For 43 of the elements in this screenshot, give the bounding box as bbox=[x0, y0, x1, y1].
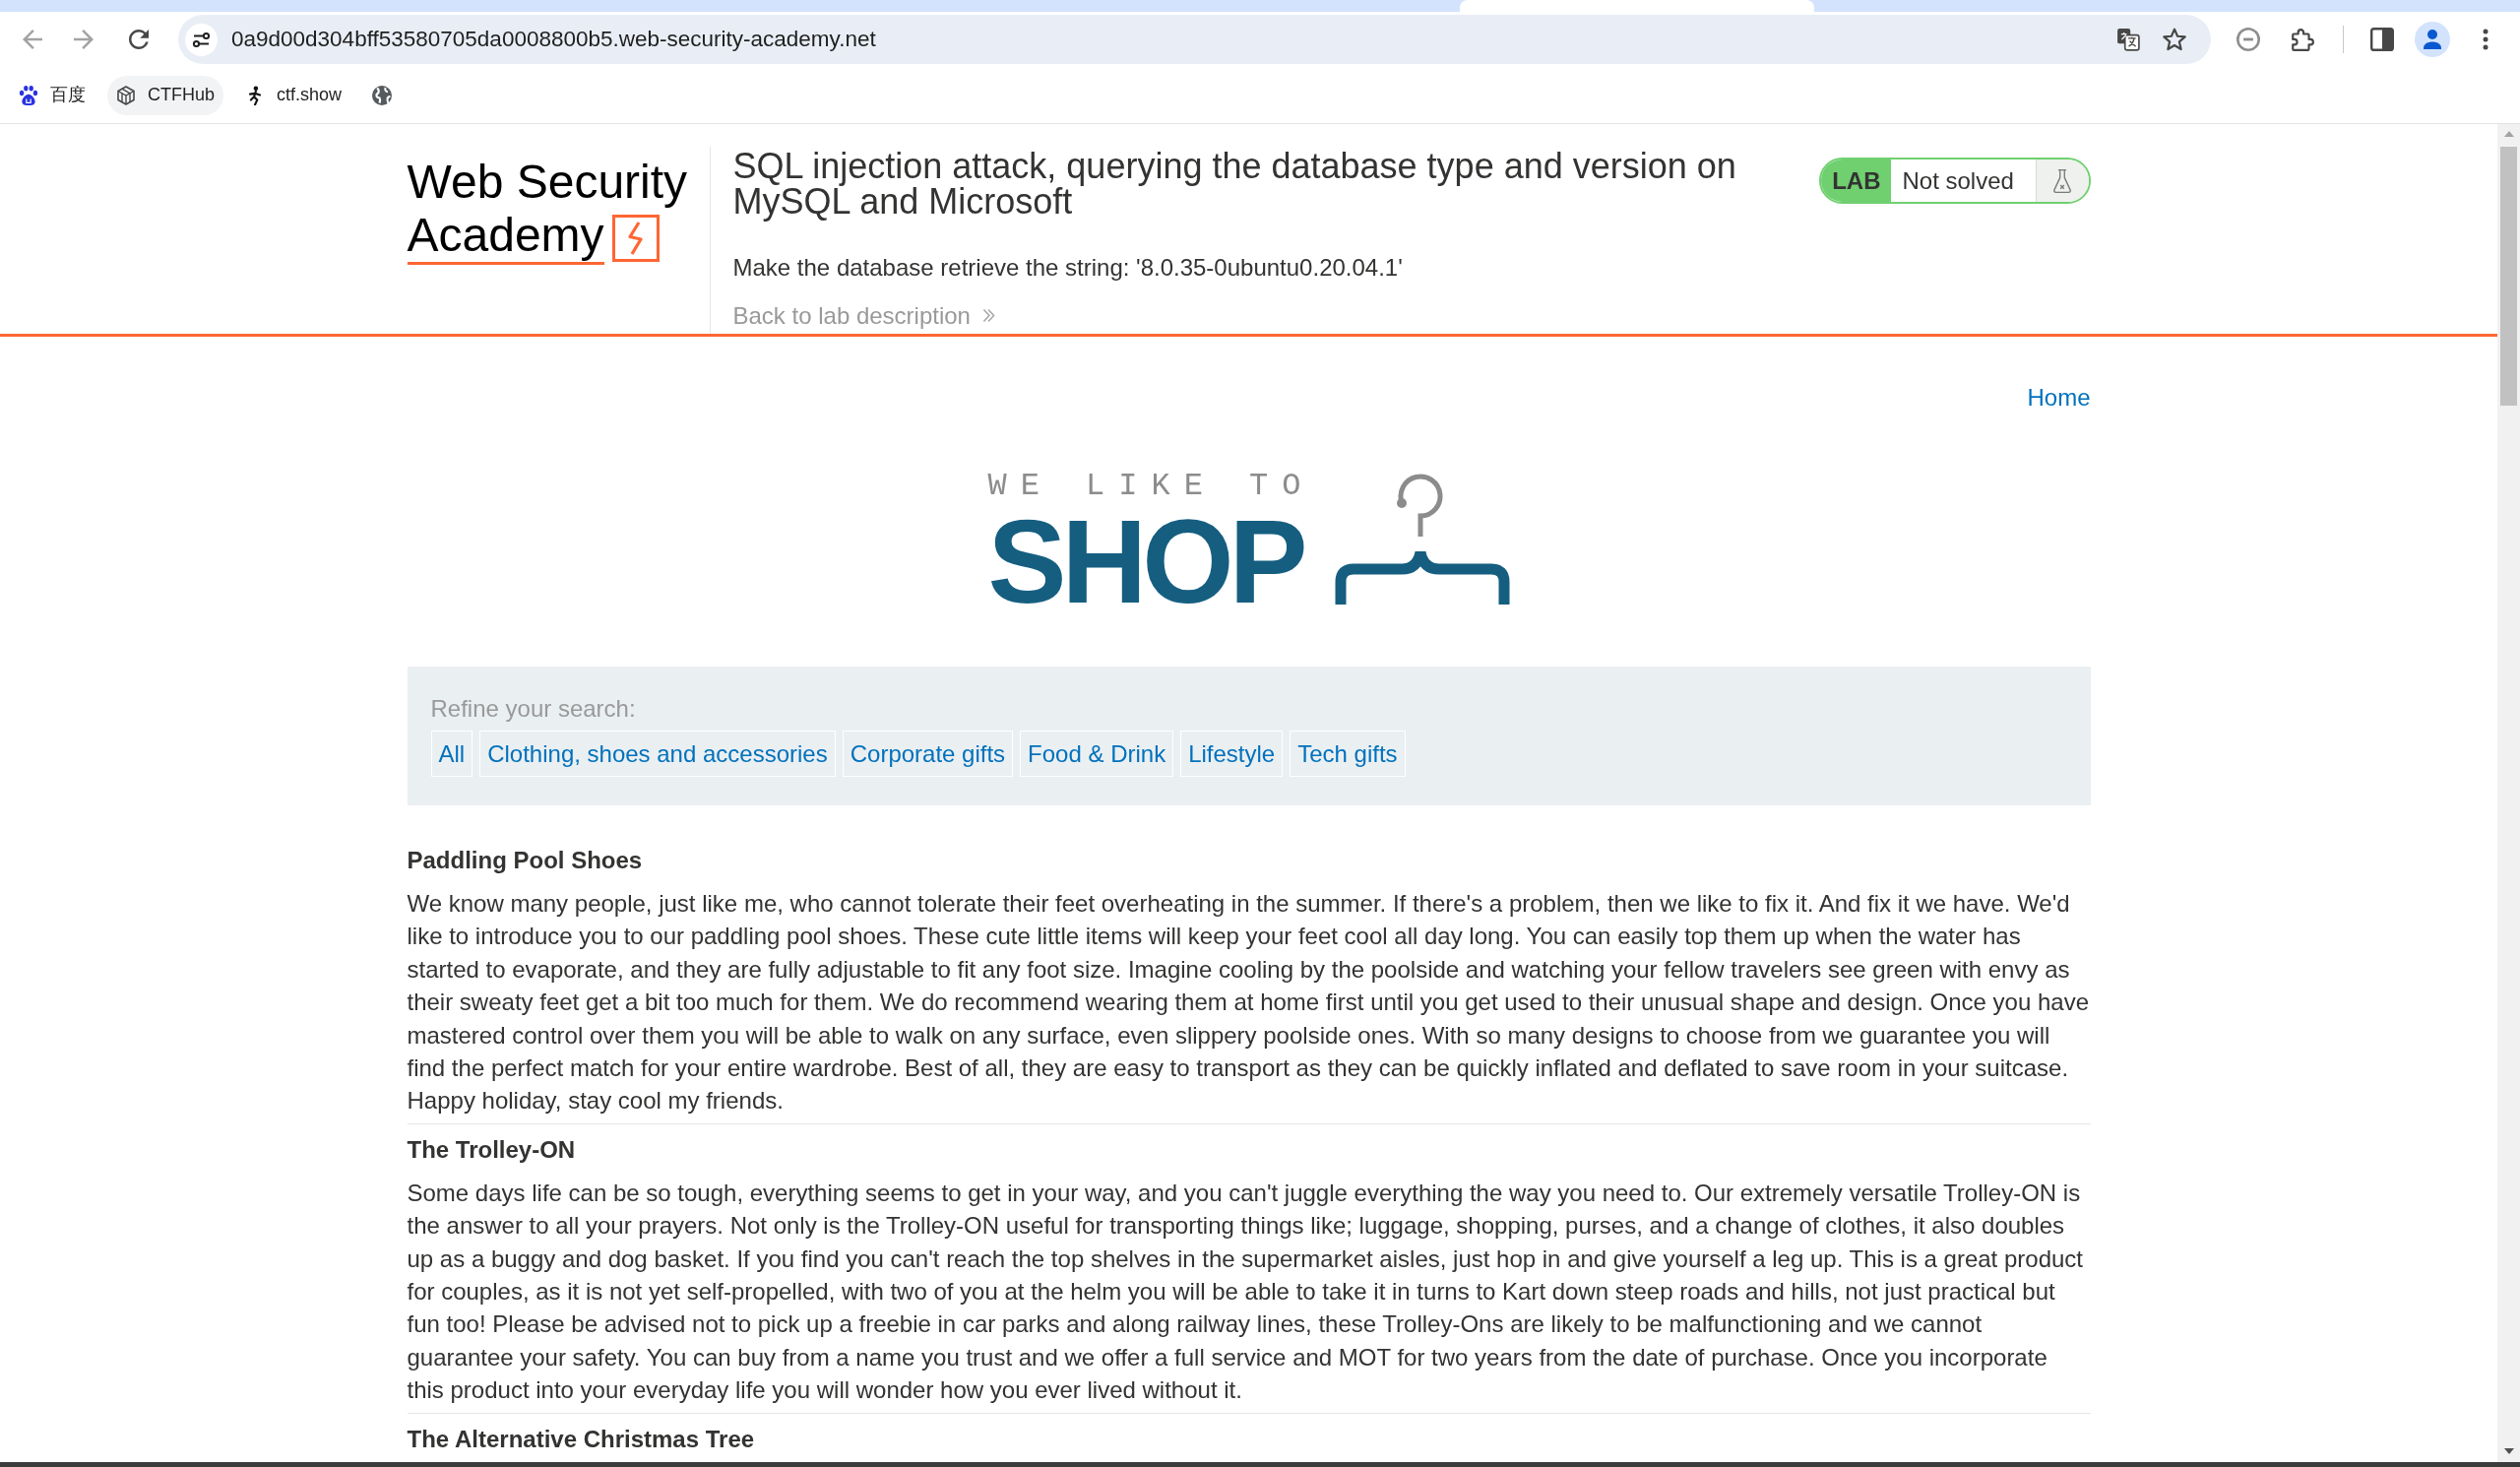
filter-link[interactable]: Tech gifts bbox=[1290, 731, 1406, 777]
filter-link[interactable]: Lifestyle bbox=[1180, 731, 1284, 777]
lab-title: SQL injection attack, querying the database type and version on MySQL and Microsoft bbox=[732, 149, 1737, 220]
logo-text: Academy bbox=[407, 209, 604, 265]
lightning-box-icon bbox=[611, 215, 660, 262]
lab-label: LAB bbox=[1821, 159, 1891, 202]
sliders-icon[interactable] bbox=[185, 23, 218, 56]
home-link[interactable]: Home bbox=[2027, 381, 2091, 414]
address-bar[interactable]: 0a9d00d304bff53580705da0008800b5.web-security-academy.net bbox=[178, 15, 2211, 64]
back-link[interactable]: Back to lab description bbox=[732, 298, 995, 332]
instruction-text: Make the database retrieve the string: '8.0.35-0ubuntu0.20.04.1' bbox=[732, 253, 1404, 283]
bookmark-item[interactable]: CTFHub bbox=[107, 75, 223, 115]
star-icon[interactable] bbox=[2163, 28, 2186, 51]
product-title: The Alternative Christmas Tree bbox=[407, 1424, 756, 1454]
logo-wordmark: SHOP bbox=[987, 502, 1303, 620]
menu-icon[interactable] bbox=[2483, 29, 2488, 50]
reload-icon[interactable] bbox=[129, 30, 149, 49]
logo-text: Web Security bbox=[407, 156, 688, 209]
bookmark-item[interactable]: ctf.show bbox=[236, 75, 351, 115]
bookmark-item[interactable]: 百度 bbox=[10, 75, 94, 115]
hanger-icon bbox=[1334, 474, 1510, 605]
filter-link[interactable]: Corporate gifts bbox=[842, 731, 1014, 777]
side-panel-icon[interactable] bbox=[2370, 28, 2394, 51]
filter-link[interactable]: Clothing, shoes and accessories bbox=[479, 731, 836, 777]
product-title: Paddling Pool Shoes bbox=[407, 846, 644, 875]
filter-link[interactable]: All bbox=[430, 731, 473, 777]
double-chevron-icon bbox=[981, 307, 995, 323]
filter-link[interactable]: Food & Drink bbox=[1020, 731, 1174, 777]
flask-icon[interactable] bbox=[2052, 167, 2072, 194]
minus-circle-icon[interactable] bbox=[2236, 28, 2260, 51]
logo-tagline: WE LIKE TO bbox=[987, 471, 1315, 502]
globe-icon[interactable] bbox=[372, 85, 393, 105]
scroll-down-arrow-icon[interactable] bbox=[2503, 1448, 2514, 1454]
puzzle-icon[interactable] bbox=[2291, 27, 2314, 52]
product-description: Some days life can be so tough, everything seems to get in your way, and you can't juggle everything the way you need to. Our extremely versatile Trolley-ON is the answer to all your prayers. Not only is the Trolley-ON useful for transporting things like; luggage, shopping, purses, and a change of clothes, it also doubles up as a buggy and dog basket. If you find you can't reach the top shelves in the supermarket aisles, just hop in and give yourself a leg up. This is a great product for couples, as it is not yet self-propelled, with two of you at the helm you will be able to take it in turns to Kart down steep roads and hills, not just practical but fun too! Please be advised not to pick up a freebie in car parks and along railway lines, these Trolley-Ons are likely to be malfunctioning and we cannot guarantee your safety. You can buy from a name you trust and we offer a full service and MOT for two years from the date of purchase. Once you incorporate this product into your everyday life you will wonder how you ever lived without it. bbox=[407, 1178, 2084, 1406]
scrollbar-thumb[interactable] bbox=[2500, 147, 2517, 406]
paw-icon bbox=[19, 85, 38, 105]
product-description: We know many people, just like me, who cannot tolerate their feet overheating in the summer. If there's a problem, then we like to fix it. And fix it we have. We'd like to introduce you to our paddling pool shoes. These cute little items will keep your feet cool all day long. You can easily top them up when the water has started to evaporate, and they are fully adjustable to fit any foot size. Imagine cooling by the poolside and watching your fellow travelers see green with envy as their sweaty feet get a bit too much for them. We do recommend wearing them at home first until you get used to their unusual shape and design. Once you have mastered control over them you will be able to walk on any surface, even slippery poolside ones. With so many designs to choose from we guarantee you will find the perfect match for your entire wardrobe. Best of all, they are easy to transport as they can be quickly inflated and deflated to save room in your suitcase. Happy holiday, stay cool my friends. bbox=[407, 889, 2090, 1116]
cube-icon bbox=[116, 85, 136, 105]
refine-label: Refine your search: bbox=[430, 694, 637, 724]
translate-icon[interactable] bbox=[2116, 28, 2140, 51]
person-icon[interactable] bbox=[2415, 22, 2450, 57]
product-title: The Trolley-ON bbox=[407, 1134, 577, 1165]
